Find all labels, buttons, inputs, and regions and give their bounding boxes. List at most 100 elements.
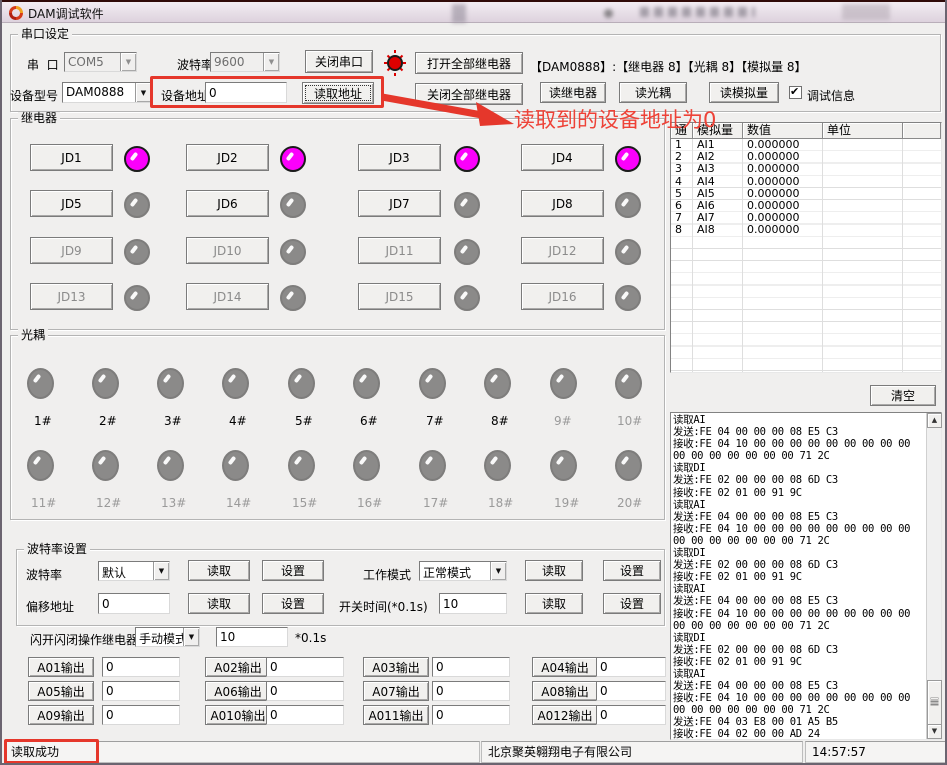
open-all-relays-button[interactable]: 打开全部继电器 bbox=[415, 52, 523, 74]
ao1-input[interactable] bbox=[102, 657, 180, 677]
opto-label-8: 8# bbox=[491, 414, 509, 428]
relay-button-jd14[interactable]: JD14 bbox=[186, 283, 269, 310]
ao3-button[interactable]: A03输出 bbox=[363, 657, 429, 677]
app-logo-icon bbox=[8, 5, 24, 21]
ao8-button[interactable]: A08输出 bbox=[532, 681, 598, 701]
ao4-button[interactable]: A04输出 bbox=[532, 657, 598, 677]
opto-label-18: 18# bbox=[488, 496, 513, 510]
chevron-down-icon bbox=[135, 83, 151, 102]
col-channel[interactable]: 通 bbox=[671, 123, 693, 139]
opto-indicator-13 bbox=[157, 450, 184, 481]
log-scrollbar[interactable]: ▲ ▼ bbox=[926, 413, 941, 739]
scroll-down-icon[interactable]: ▼ bbox=[927, 724, 942, 739]
ao7-input[interactable] bbox=[432, 681, 510, 701]
ao6-input[interactable] bbox=[266, 681, 344, 701]
baud-set-button[interactable]: 设置 bbox=[262, 560, 324, 581]
switch-time-set-button[interactable]: 设置 bbox=[603, 593, 661, 614]
table-row[interactable]: 2AI20.000000 bbox=[671, 151, 941, 163]
relay-button-jd5[interactable]: JD5 bbox=[30, 190, 113, 217]
analog-table-header[interactable]: 通 模拟量 数值 单位 bbox=[671, 123, 941, 139]
baud-read-button[interactable]: 读取 bbox=[188, 560, 250, 581]
table-row[interactable]: 6AI60.000000 bbox=[671, 200, 941, 212]
model-select[interactable]: DAM0888 bbox=[62, 82, 152, 103]
work-mode-select[interactable]: 正常模式 bbox=[419, 561, 507, 581]
relay-button-jd10[interactable]: JD10 bbox=[186, 237, 269, 264]
ao11-input[interactable] bbox=[432, 705, 510, 725]
offset-set-button[interactable]: 设置 bbox=[262, 593, 324, 614]
read-addr-button[interactable]: 读取地址 bbox=[302, 82, 374, 104]
work-mode-read-button[interactable]: 读取 bbox=[525, 560, 583, 581]
relay-button-jd15[interactable]: JD15 bbox=[358, 283, 441, 310]
model-label: 设备型号 bbox=[10, 87, 58, 104]
ao8-input[interactable] bbox=[596, 681, 666, 701]
table-row[interactable]: 7AI70.000000 bbox=[671, 212, 941, 224]
serial-status-led bbox=[380, 49, 410, 80]
col-unit[interactable]: 单位 bbox=[823, 123, 903, 139]
ao6-button[interactable]: A06输出 bbox=[205, 681, 271, 701]
ao5-button[interactable]: A05输出 bbox=[28, 681, 94, 701]
read-relay-button[interactable]: 读继电器 bbox=[540, 82, 606, 103]
relay-button-jd7[interactable]: JD7 bbox=[358, 190, 441, 217]
relay-indicator-jd11 bbox=[454, 239, 480, 265]
ao2-button[interactable]: A02输出 bbox=[205, 657, 271, 677]
relay-button-jd6[interactable]: JD6 bbox=[186, 190, 269, 217]
ao5-input[interactable] bbox=[102, 681, 180, 701]
port-select[interactable]: COM5 bbox=[64, 52, 137, 72]
ao12-input[interactable] bbox=[596, 705, 666, 725]
col-analog[interactable]: 模拟量 bbox=[693, 123, 743, 139]
ao12-button[interactable]: A012输出 bbox=[532, 705, 598, 725]
flash-time-input[interactable] bbox=[216, 627, 288, 647]
offset-addr-input[interactable] bbox=[98, 593, 170, 614]
clear-log-button[interactable]: 清空 bbox=[870, 385, 936, 406]
read-analog-button[interactable]: 读模拟量 bbox=[709, 82, 779, 103]
opto-label-15: 15# bbox=[292, 496, 317, 510]
debug-log-panel[interactable]: 读取AI 发送:FE 04 00 00 00 08 E5 C3 接收:FE 04… bbox=[670, 412, 942, 740]
device-addr-input[interactable] bbox=[205, 82, 287, 103]
close-port-button[interactable]: 关闭串口 bbox=[305, 50, 373, 73]
ao11-button[interactable]: A011输出 bbox=[363, 705, 429, 725]
ao10-button[interactable]: A010输出 bbox=[205, 705, 271, 725]
relay-button-jd3[interactable]: JD3 bbox=[358, 144, 441, 171]
relay-button-jd11[interactable]: JD11 bbox=[358, 237, 441, 264]
relay-button-jd16[interactable]: JD16 bbox=[521, 283, 604, 310]
table-row[interactable]: 4AI40.000000 bbox=[671, 176, 941, 188]
opto-indicator-17 bbox=[419, 450, 446, 481]
table-row[interactable]: 1AI10.000000 bbox=[671, 139, 941, 151]
switch-time-input[interactable] bbox=[439, 593, 507, 614]
offset-read-button[interactable]: 读取 bbox=[188, 593, 250, 614]
relay-group-label: 继电器 bbox=[18, 112, 60, 124]
table-row[interactable]: 5AI50.000000 bbox=[671, 188, 941, 200]
titlebar-artifact bbox=[604, 9, 613, 18]
col-extra[interactable] bbox=[903, 123, 941, 139]
flash-mode-select[interactable]: 手动模式 bbox=[135, 627, 200, 647]
ao1-button[interactable]: A01输出 bbox=[28, 657, 94, 677]
work-mode-set-button[interactable]: 设置 bbox=[603, 560, 661, 581]
relay-button-jd13[interactable]: JD13 bbox=[30, 283, 113, 310]
switch-time-read-button[interactable]: 读取 bbox=[525, 593, 583, 614]
ao9-input[interactable] bbox=[102, 705, 180, 725]
relay-button-jd4[interactable]: JD4 bbox=[521, 144, 604, 171]
ao3-input[interactable] bbox=[432, 657, 510, 677]
col-value[interactable]: 数值 bbox=[743, 123, 823, 139]
ao7-button[interactable]: A07输出 bbox=[363, 681, 429, 701]
ao2-input[interactable] bbox=[266, 657, 344, 677]
relay-button-jd12[interactable]: JD12 bbox=[521, 237, 604, 264]
relay-button-jd2[interactable]: JD2 bbox=[186, 144, 269, 171]
ao10-input[interactable] bbox=[266, 705, 344, 725]
table-row[interactable]: 3AI30.000000 bbox=[671, 163, 941, 175]
relay-button-jd9[interactable]: JD9 bbox=[30, 237, 113, 264]
read-opto-button[interactable]: 读光耦 bbox=[619, 82, 687, 103]
table-row[interactable]: 8AI80.000000 bbox=[671, 224, 941, 236]
close-all-relays-button[interactable]: 关闭全部继电器 bbox=[415, 83, 523, 105]
debug-info-checkbox[interactable] bbox=[789, 86, 802, 99]
baud-select[interactable]: 9600 bbox=[210, 52, 280, 72]
relay-indicator-jd3 bbox=[454, 146, 480, 172]
baud-setting-select[interactable]: 默认 bbox=[98, 561, 170, 581]
scroll-up-icon[interactable]: ▲ bbox=[927, 413, 942, 428]
scrollbar-thumb[interactable] bbox=[927, 680, 942, 725]
ao4-input[interactable] bbox=[596, 657, 666, 677]
relay-button-jd8[interactable]: JD8 bbox=[521, 190, 604, 217]
relay-button-jd1[interactable]: JD1 bbox=[30, 144, 113, 171]
status-time: 14:57:57 bbox=[805, 741, 947, 763]
ao9-button[interactable]: A09输出 bbox=[28, 705, 94, 725]
